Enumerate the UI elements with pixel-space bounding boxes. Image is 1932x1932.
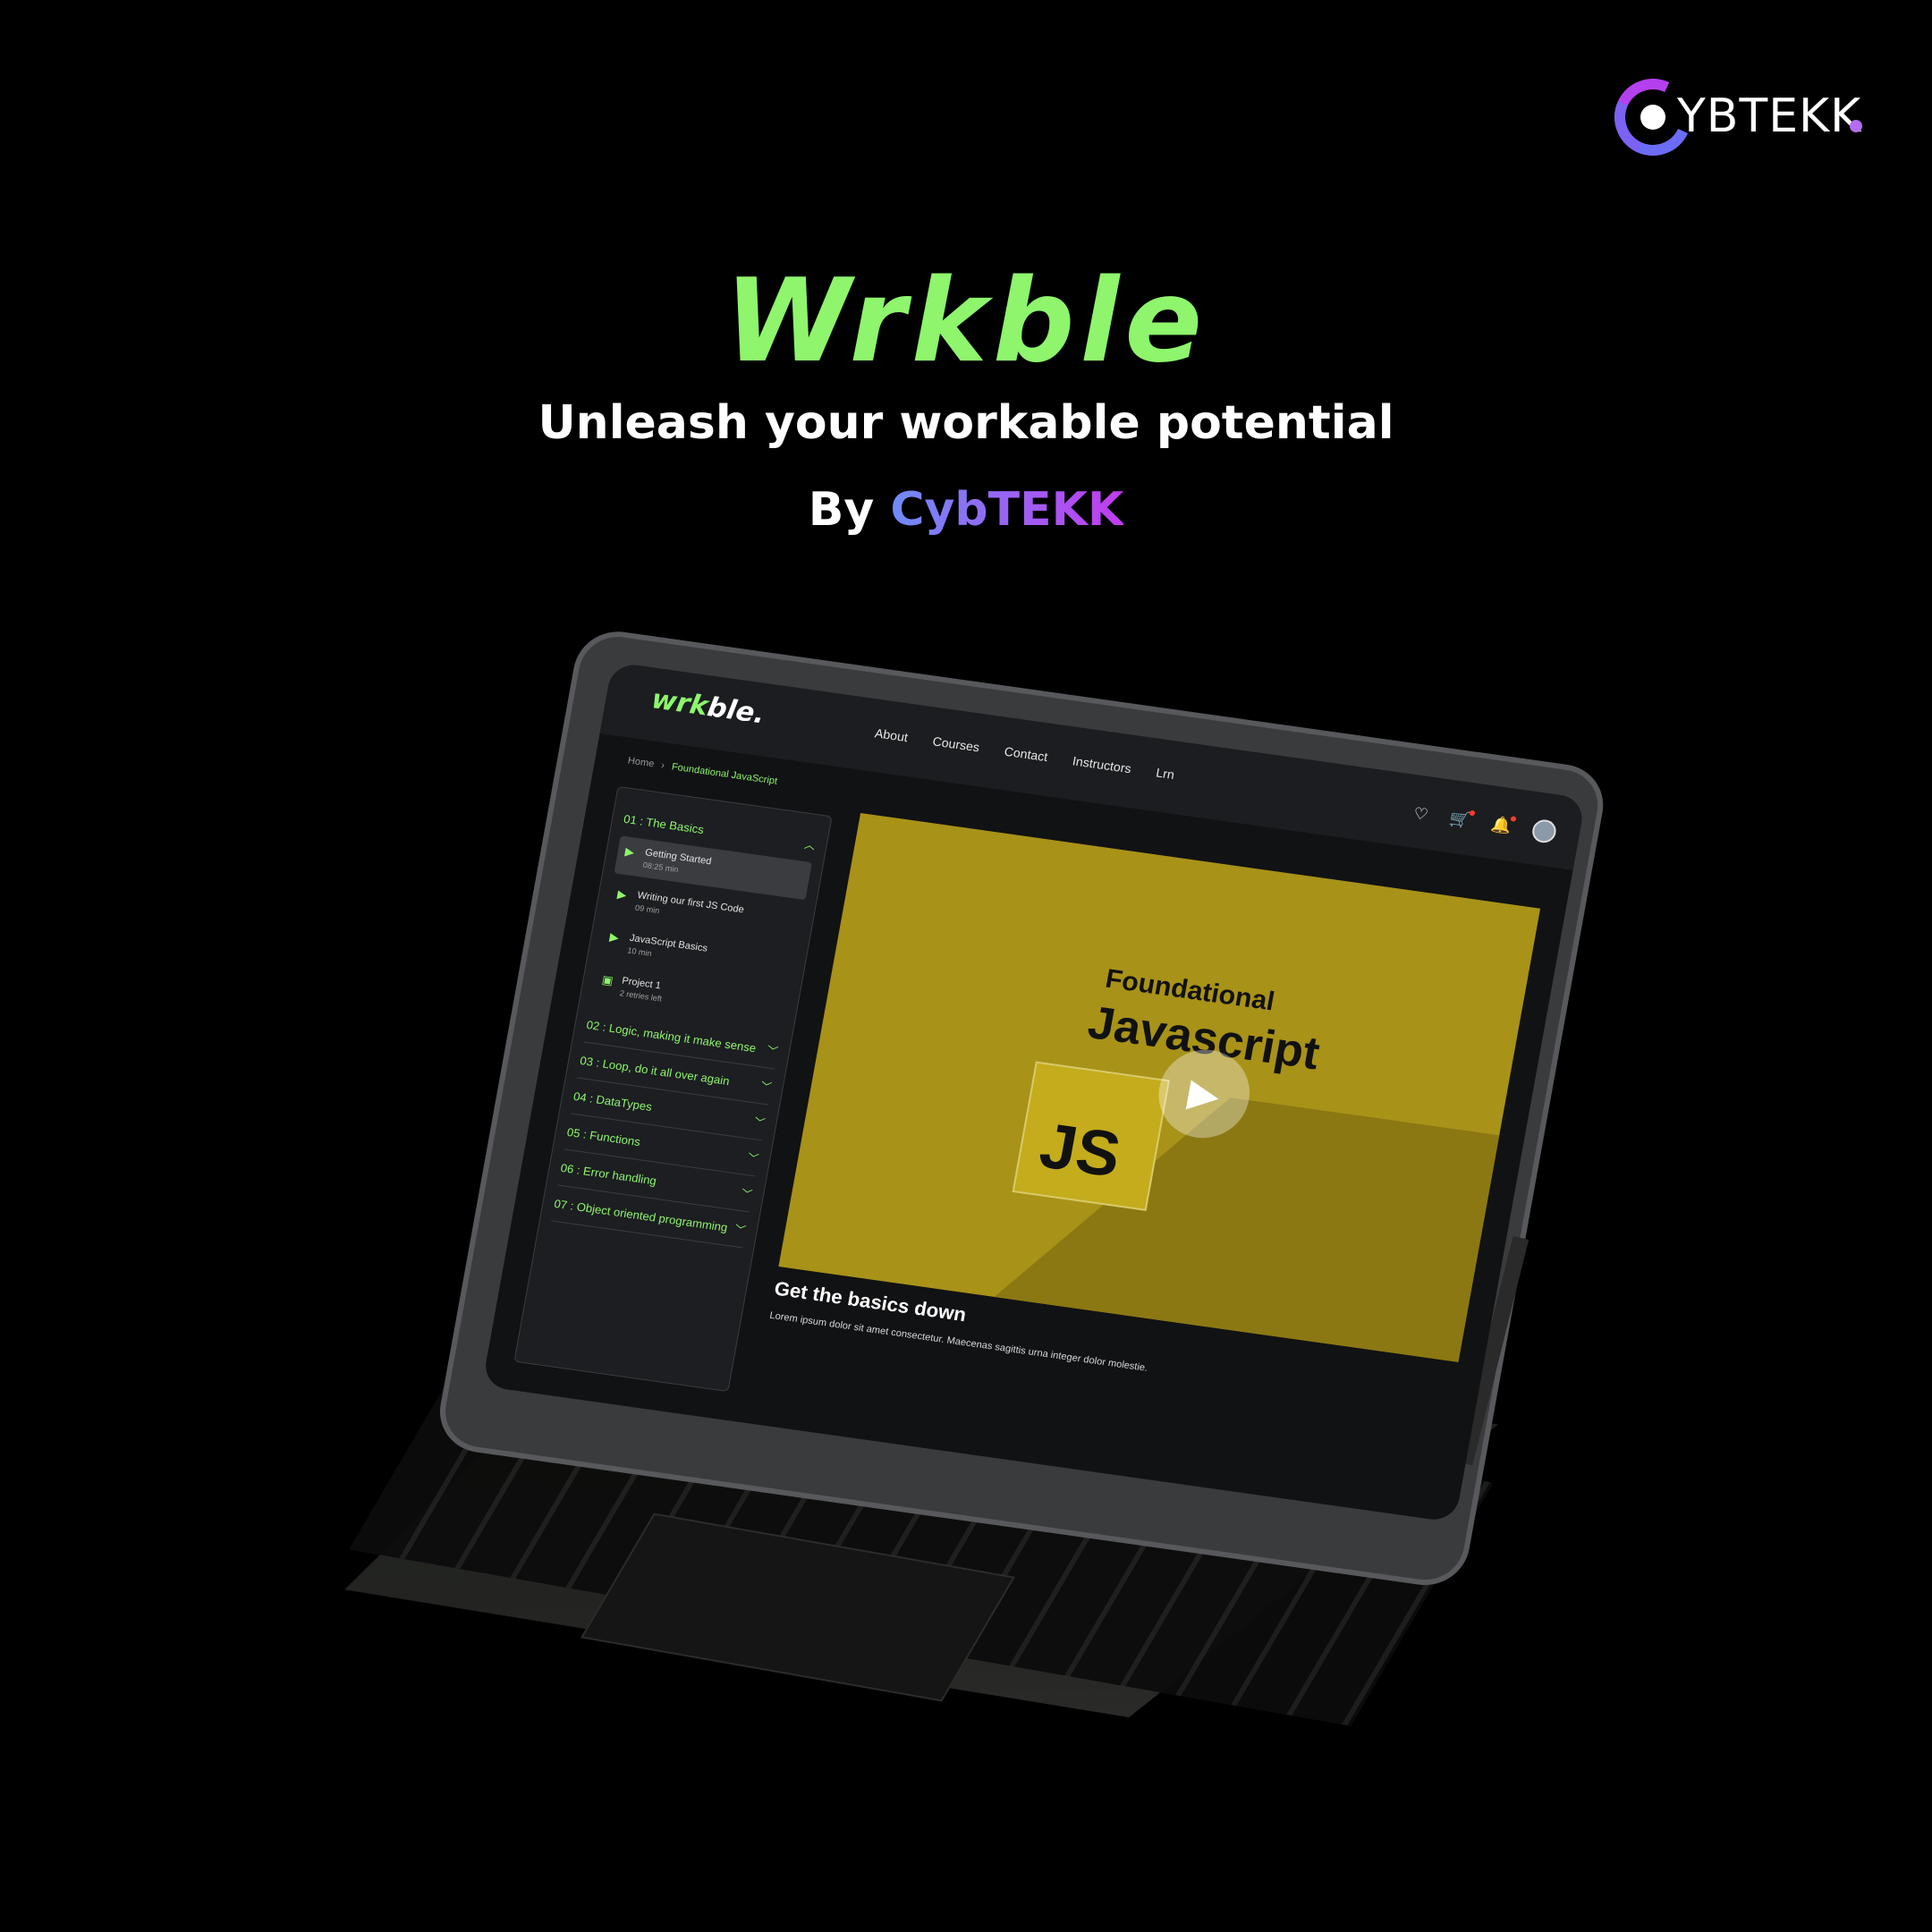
chevron-down-icon: ﹀ <box>766 1043 780 1058</box>
cybtekk-logo: YBTEKK <box>1603 67 1865 167</box>
section-title: 01 : The Basics <box>623 811 706 836</box>
play-icon: ▶ <box>623 844 636 860</box>
logo-dot-icon <box>1640 105 1665 130</box>
app-logo-accent: wrk <box>648 683 711 723</box>
section-title: 06 : Error handling <box>559 1160 658 1188</box>
js-logo-icon: JS <box>1012 1061 1170 1211</box>
play-icon: ▶ <box>608 929 621 945</box>
nav-lrn[interactable]: Lrn <box>1155 766 1175 782</box>
hero-by-brand: CybTEKK <box>890 483 1124 537</box>
play-icon: ▶ <box>616 886 628 902</box>
video-player[interactable]: Foundational Javascript JS ▶ <box>778 812 1541 1362</box>
play-icon: ▶ <box>1184 1070 1224 1118</box>
hero-title: Wrkble <box>724 255 1208 388</box>
heart-icon[interactable]: ♡ <box>1412 804 1430 825</box>
js-logo-text: JS <box>1034 1110 1126 1191</box>
chevron-down-icon: ﹀ <box>759 1079 773 1094</box>
header-actions: ♡ 🛒 🔔 <box>1411 801 1558 844</box>
main-nav: About Courses Contact Instructors Lrn <box>874 725 1175 782</box>
chevron-up-icon: ︿ <box>803 837 817 852</box>
chevron-down-icon: ﹀ <box>740 1186 754 1201</box>
section-title: 05 : Functions <box>565 1124 642 1148</box>
avatar[interactable] <box>1530 818 1558 844</box>
breadcrumb: Home › Foundational JavaScript <box>627 756 778 787</box>
project-icon: ▣ <box>600 972 614 987</box>
tablet-screen: wrkble. About Courses Contact Instructor… <box>481 662 1586 1523</box>
chevron-down-icon: ﹀ <box>733 1222 747 1237</box>
breadcrumb-current: Foundational JavaScript <box>670 761 779 787</box>
logo-text: YBTEKK <box>1677 89 1862 143</box>
app-logo[interactable]: wrkble. <box>649 684 767 731</box>
nav-about[interactable]: About <box>874 725 909 744</box>
hero-by-line: By CybTEKK <box>0 483 1932 537</box>
breadcrumb-home[interactable]: Home <box>627 756 655 770</box>
chevron-down-icon: ﹀ <box>746 1150 760 1165</box>
logo-period-icon <box>1850 120 1862 132</box>
hero-by-prefix: By <box>808 483 875 537</box>
nav-instructors[interactable]: Instructors <box>1072 753 1132 775</box>
bell-icon[interactable]: 🔔 <box>1489 815 1513 836</box>
section-title: 04 : DataTypes <box>572 1089 654 1114</box>
cart-icon[interactable]: 🛒 <box>1448 809 1471 830</box>
breadcrumb-separator-icon: › <box>660 759 666 771</box>
app-logo-rest: ble. <box>705 691 767 731</box>
nav-courses[interactable]: Courses <box>931 733 980 754</box>
hero-subtitle: Unleash your workable potential <box>538 396 1394 450</box>
chevron-down-icon: ﹀ <box>753 1114 767 1130</box>
nav-contact[interactable]: Contact <box>1004 744 1049 764</box>
video-thumbnail-shadow <box>885 1097 1541 1362</box>
